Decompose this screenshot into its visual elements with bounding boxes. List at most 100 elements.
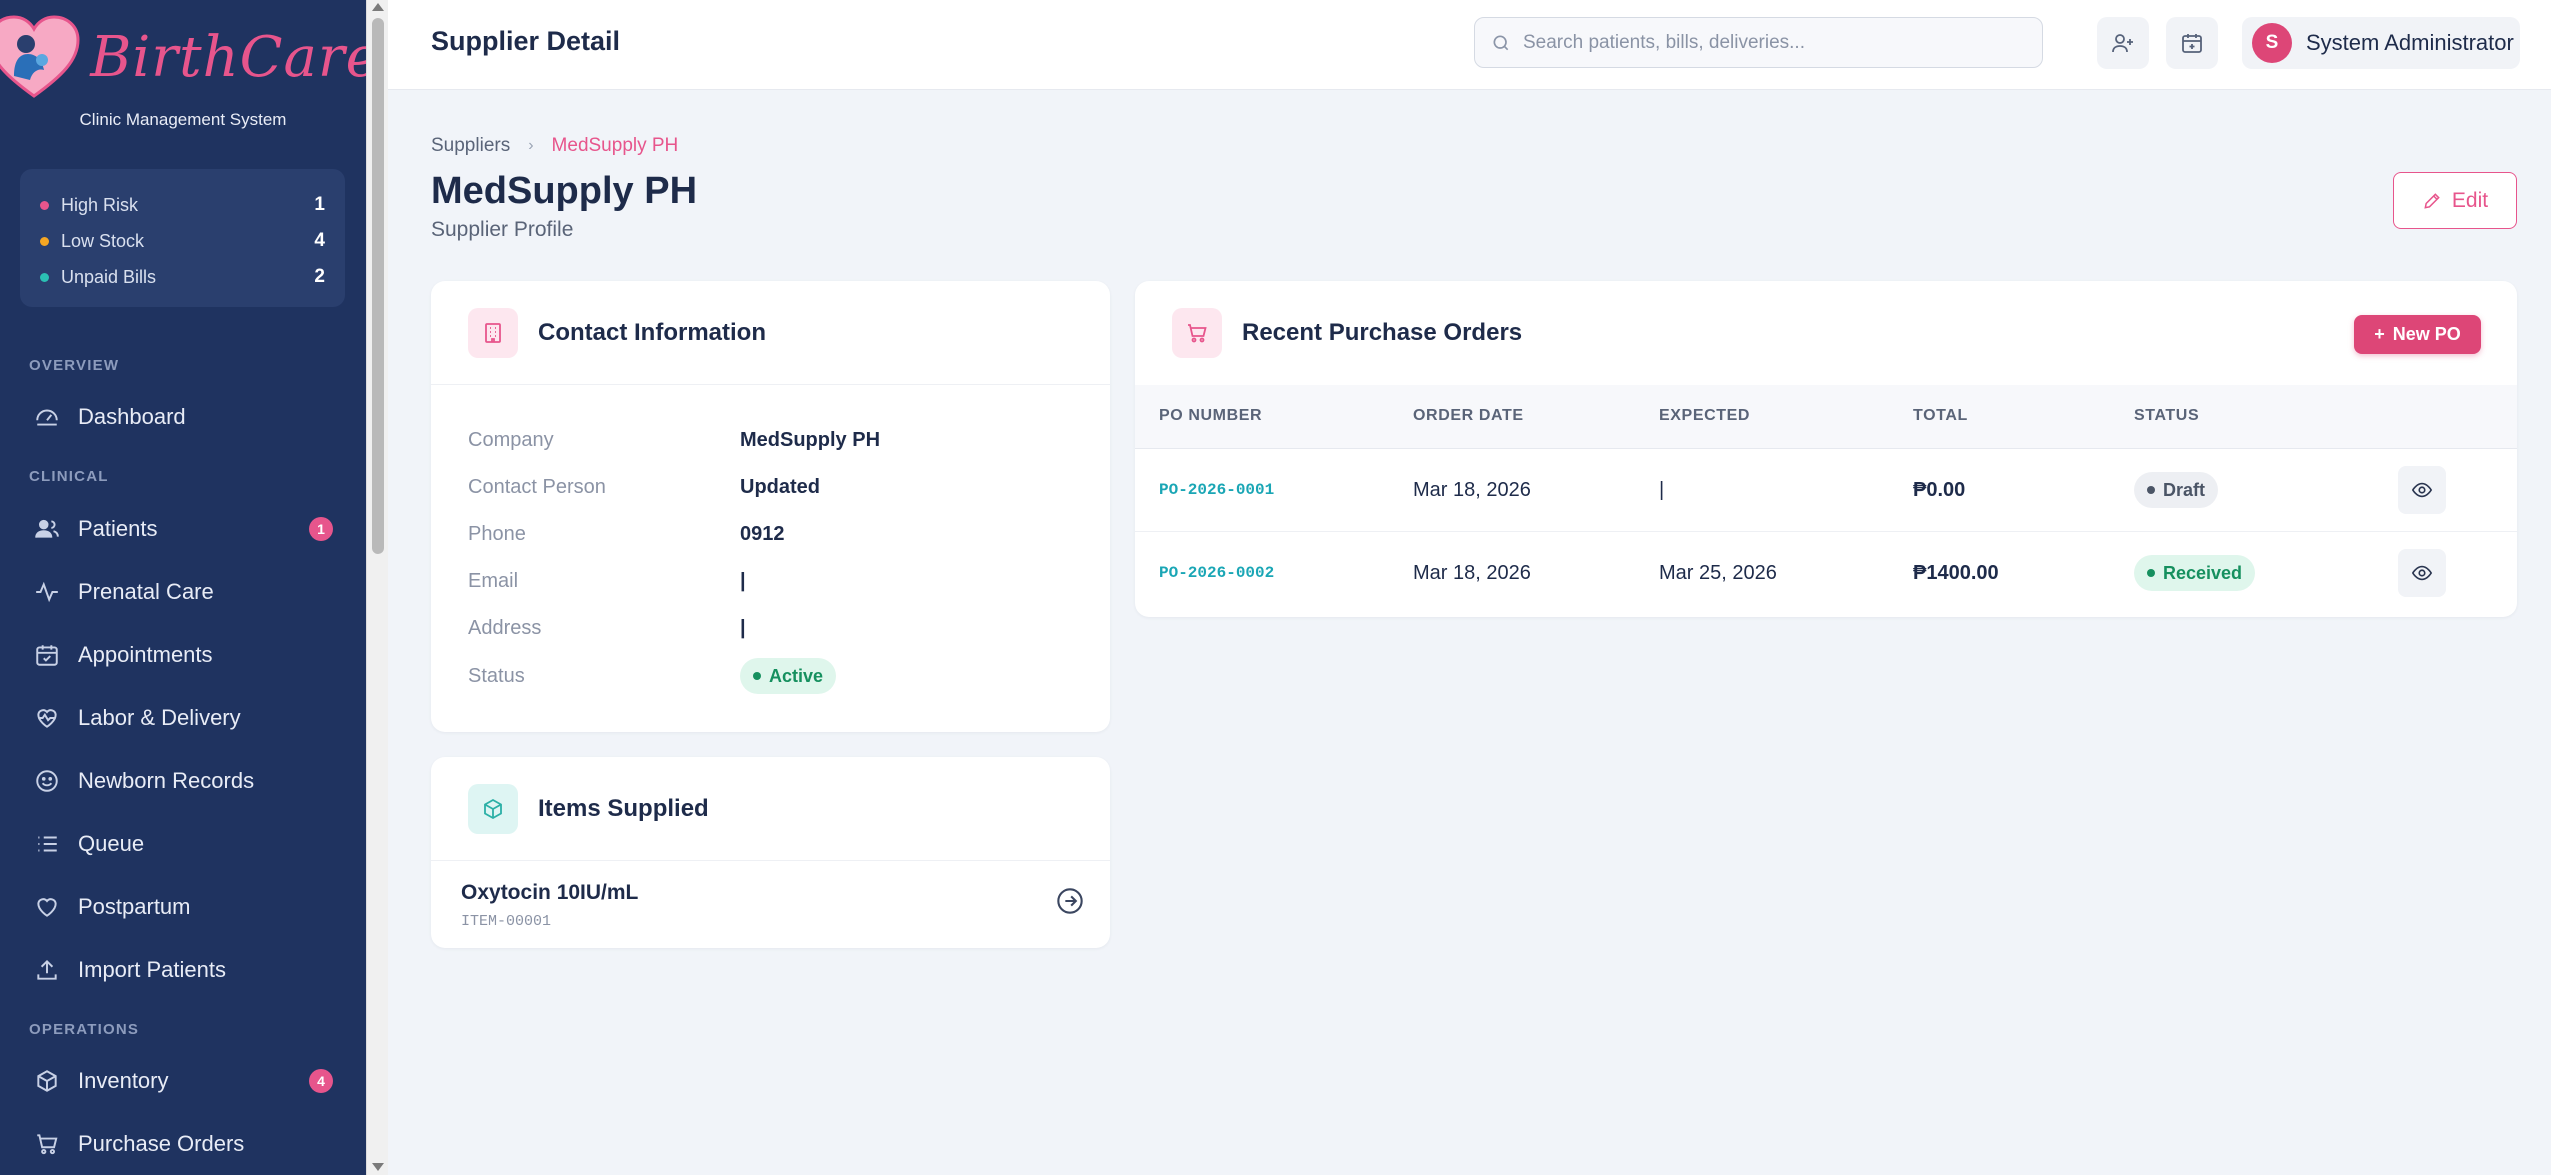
expected-date: Mar 25, 2026: [1659, 562, 1777, 584]
scroll-down-arrow-icon[interactable]: [372, 1163, 384, 1171]
breadcrumb-suppliers-link[interactable]: Suppliers: [431, 135, 510, 157]
card-header: Contact Information: [431, 281, 1110, 385]
scroll-thumb[interactable]: [372, 18, 384, 554]
table-header: PO NUMBER ORDER DATE EXPECTED TOTAL STAT…: [1135, 385, 2517, 449]
calendar-plus-icon: [2182, 34, 2202, 53]
heart-pulse-icon: [37, 709, 57, 728]
sidebar-item-patients[interactable]: Patients 1: [20, 502, 345, 556]
view-po-button[interactable]: [2398, 549, 2446, 597]
item-name: Oxytocin 10IU/mL: [461, 881, 639, 904]
sidebar-item-dashboard[interactable]: Dashboard: [20, 390, 345, 444]
stat-low-stock[interactable]: Low Stock 4: [40, 223, 325, 259]
items-supplied-card: Items Supplied Oxytocin 10IU/mL ITEM-000…: [431, 757, 1110, 948]
info-label: Address: [468, 617, 542, 639]
recent-purchase-orders-card: Recent Purchase Orders + New PO PO NUMBE…: [1135, 281, 2517, 617]
status-cell: Draft: [2134, 472, 2219, 508]
low-stock-dot-icon: [40, 236, 49, 246]
sidebar-item-label: Patients: [78, 516, 158, 541]
avatar: S: [2252, 23, 2292, 63]
sidebar-item-label: Postpartum: [78, 894, 191, 919]
sidebar-item-postpartum[interactable]: Postpartum: [20, 880, 345, 934]
info-row-phone: Phone 0912: [468, 523, 785, 546]
dashboard-icon: [36, 409, 58, 426]
column-header: ORDER DATE: [1413, 407, 1524, 424]
sidebar-item-label: Purchase Orders: [78, 1131, 245, 1156]
table-row[interactable]: PO-2026-0002 Mar 18, 2026 Mar 25, 2026 ₱…: [1135, 532, 2517, 615]
heart-icon: [37, 898, 57, 917]
po-total: ₱0.00: [1913, 479, 1966, 501]
shopping-cart-icon: [1172, 308, 1222, 358]
po-number-link[interactable]: PO-2026-0001: [1159, 481, 1274, 499]
add-patient-button[interactable]: [2097, 17, 2149, 69]
card-title: Contact Information: [538, 318, 766, 346]
building-icon: [468, 307, 518, 358]
smile-icon: [36, 770, 58, 792]
patients-count-badge: 1: [309, 517, 333, 541]
table-row[interactable]: PO-2026-0001 Mar 18, 2026 | ₱0.00 Draft: [1135, 449, 2517, 532]
nav-section-clinical: CLINICAL: [29, 468, 109, 485]
po-number-link[interactable]: PO-2026-0002: [1159, 564, 1274, 582]
status-dot-icon: [2147, 569, 2155, 577]
stat-count: 4: [314, 230, 325, 251]
chevron-right-icon: ›: [528, 137, 534, 154]
users-icon: [35, 519, 59, 538]
edit-button[interactable]: Edit: [2393, 172, 2517, 229]
sidebar-item-label: Dashboard: [78, 404, 186, 429]
sidebar-item-label: Prenatal Care: [78, 579, 214, 604]
search-input[interactable]: [1523, 31, 2023, 54]
sidebar-item-label: Labor & Delivery: [78, 705, 241, 730]
column-header: TOTAL: [1913, 407, 1968, 424]
sidebar-item-appointments[interactable]: Appointments: [20, 628, 345, 682]
scroll-up-arrow-icon[interactable]: [372, 3, 384, 11]
stat-count: 1: [314, 194, 325, 215]
sidebar-item-inventory[interactable]: Inventory 4: [20, 1054, 345, 1108]
search-icon: [1493, 35, 1509, 50]
user-name: System Administrator: [2306, 30, 2514, 55]
view-po-button[interactable]: [2398, 466, 2446, 514]
info-label: Company: [468, 429, 554, 451]
sidebar-item-labor-delivery[interactable]: Labor & Delivery: [20, 691, 345, 745]
status-dot-icon: [753, 672, 761, 680]
stat-unpaid-bills[interactable]: Unpaid Bills 2: [40, 259, 325, 295]
new-po-button[interactable]: + New PO: [2354, 315, 2481, 354]
stat-label: High Risk: [61, 194, 139, 215]
search-box[interactable]: [1474, 17, 2043, 68]
sidebar-item-purchase-orders[interactable]: Purchase Orders: [20, 1117, 345, 1171]
new-appointment-button[interactable]: [2166, 17, 2218, 69]
user-menu[interactable]: S System Administrator: [2242, 17, 2520, 69]
column-header: STATUS: [2134, 407, 2200, 424]
item-code: ITEM-00001: [461, 913, 552, 930]
upload-icon: [37, 959, 57, 980]
card-title: Recent Purchase Orders: [1242, 319, 1523, 346]
info-value: 0912: [740, 523, 785, 545]
breadcrumb-current: MedSupply PH: [551, 135, 679, 156]
info-row-contact-person: Contact Person Updated: [468, 476, 820, 499]
info-row-address: Address |: [468, 617, 746, 640]
sidebar-item-import-patients[interactable]: Import Patients: [20, 943, 345, 997]
stat-label: Unpaid Bills: [61, 266, 157, 287]
status-badge-label: Received: [2163, 562, 2243, 583]
contact-information-card: Contact Information Company MedSupply PH…: [431, 281, 1110, 732]
sidebar-scrollbar[interactable]: [366, 0, 388, 1175]
eye-icon: [2411, 482, 2433, 498]
sidebar-item-queue[interactable]: Queue: [20, 817, 345, 871]
expected-date: |: [1659, 479, 1665, 501]
sidebar-item-newborn-records[interactable]: Newborn Records: [20, 754, 345, 808]
nav-section-operations: OPERATIONS: [29, 1021, 140, 1038]
brand-name: BirthCare: [90, 24, 366, 90]
sidebar-item-prenatal-care[interactable]: Prenatal Care: [20, 565, 345, 619]
box-icon: [37, 1070, 57, 1092]
package-icon: [468, 783, 518, 834]
stat-high-risk[interactable]: High Risk 1: [40, 187, 325, 223]
info-value: Updated: [740, 476, 820, 498]
pencil-icon: [2424, 192, 2440, 209]
eye-icon: [2411, 565, 2433, 581]
stat-count: 2: [314, 266, 325, 287]
info-label: Contact Person: [468, 476, 606, 498]
arrow-right-circle-icon[interactable]: [1056, 887, 1084, 915]
quick-stats-panel: High Risk 1 Low Stock 4 Unpaid Bills 2: [20, 169, 345, 307]
inventory-count-badge: 4: [309, 1069, 333, 1093]
info-row-status: Status Active: [468, 658, 837, 694]
po-total: ₱1400.00: [1913, 562, 1999, 584]
page-subtitle: Supplier Profile: [431, 218, 574, 241]
